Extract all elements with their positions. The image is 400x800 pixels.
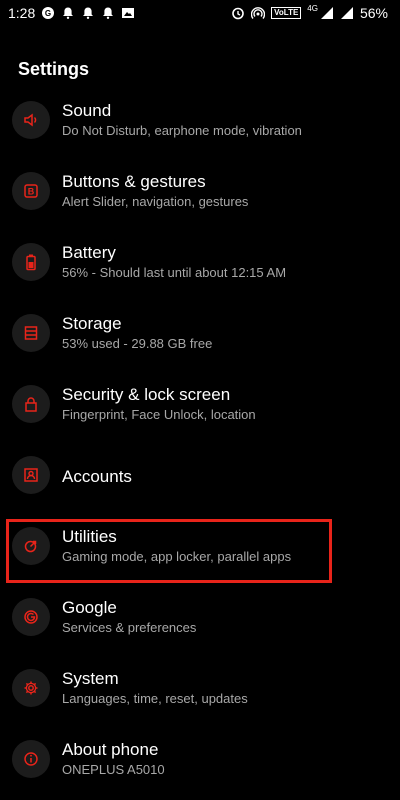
account-icon: [12, 455, 50, 494]
status-time: 1:28: [8, 5, 36, 21]
settings-item-security-lock-screen[interactable]: Security & lock screen Fingerprint, Face…: [0, 368, 400, 439]
settings-item-summary: Alert Slider, navigation, gestures: [62, 193, 249, 209]
settings-item-summary: Fingerprint, Face Unlock, location: [62, 406, 256, 422]
settings-item-label: Buttons & gestures: [62, 171, 206, 191]
settings-item-label: Sound: [62, 100, 112, 120]
settings-item-system[interactable]: System Languages, time, reset, updates: [0, 652, 400, 723]
google-g-icon: G: [41, 6, 55, 20]
settings-item-about-phone[interactable]: About phone ONEPLUS A5010: [0, 723, 400, 794]
settings-item-label: Storage: [62, 313, 122, 333]
status-bar: 1:28 G VoLTE 4G 56%: [0, 0, 400, 26]
settings-item-summary: Do Not Disturb, earphone mode, vibration: [62, 122, 302, 138]
settings-item-label: System: [62, 668, 119, 688]
lock-icon: [12, 384, 50, 423]
settings-item-battery[interactable]: Battery 56% - Should last until about 12…: [0, 226, 400, 297]
settings-item-label: Battery: [62, 242, 116, 262]
settings-item-utilities[interactable]: Utilities Gaming mode, app locker, paral…: [0, 510, 400, 581]
settings-item-sound[interactable]: Sound Do Not Disturb, earphone mode, vib…: [0, 84, 400, 155]
settings-item-label: Google: [62, 597, 117, 617]
svg-text:G: G: [45, 9, 51, 18]
button-b-icon: B: [12, 171, 50, 210]
volte-badge: VoLTE: [271, 7, 302, 19]
utilities-icon: [12, 526, 50, 565]
settings-item-accounts[interactable]: Accounts: [0, 439, 400, 510]
settings-item-label: Utilities: [62, 526, 117, 546]
settings-item-summary: 53% used - 29.88 GB free: [62, 335, 213, 351]
speaker-icon: [12, 100, 50, 139]
settings-item-summary: ONEPLUS A5010: [62, 761, 165, 777]
svg-text:B: B: [28, 186, 35, 196]
settings-item-label: Security & lock screen: [62, 384, 231, 404]
page-title: Settings: [18, 59, 90, 79]
settings-item-buttons-gestures[interactable]: B Buttons & gestures Alert Slider, navig…: [0, 155, 400, 226]
settings-item-summary: Languages, time, reset, updates: [62, 690, 248, 706]
battery-percent: 56%: [359, 5, 388, 21]
settings-item-summary: Services & preferences: [62, 619, 197, 635]
gear-icon: [12, 668, 50, 707]
notification-bell-icon: [81, 6, 95, 20]
notification-bell-icon: [101, 6, 115, 20]
storage-icon: [12, 313, 50, 352]
signal-icon: [320, 6, 334, 20]
notification-bell-icon: [61, 6, 75, 20]
settings-item-summary: 56% - Should last until about 12:15 AM: [62, 264, 287, 280]
info-icon: [12, 739, 50, 778]
settings-item-summary: Gaming mode, app locker, parallel apps: [62, 548, 292, 564]
photo-icon: [121, 6, 135, 20]
google-icon: [12, 597, 50, 636]
alarm-icon: [231, 6, 245, 20]
signal-icon: [340, 6, 354, 20]
settings-list: Sound Do Not Disturb, earphone mode, vib…: [0, 84, 400, 794]
settings-item-label: About phone: [62, 739, 159, 759]
settings-item-storage[interactable]: Storage 53% used - 29.88 GB free: [0, 297, 400, 368]
network-type: 4G: [307, 3, 318, 13]
settings-item-label: Accounts: [62, 467, 132, 486]
battery-icon: [12, 242, 50, 281]
settings-item-google[interactable]: Google Services & preferences: [0, 581, 400, 652]
hotspot-icon: [251, 6, 266, 20]
